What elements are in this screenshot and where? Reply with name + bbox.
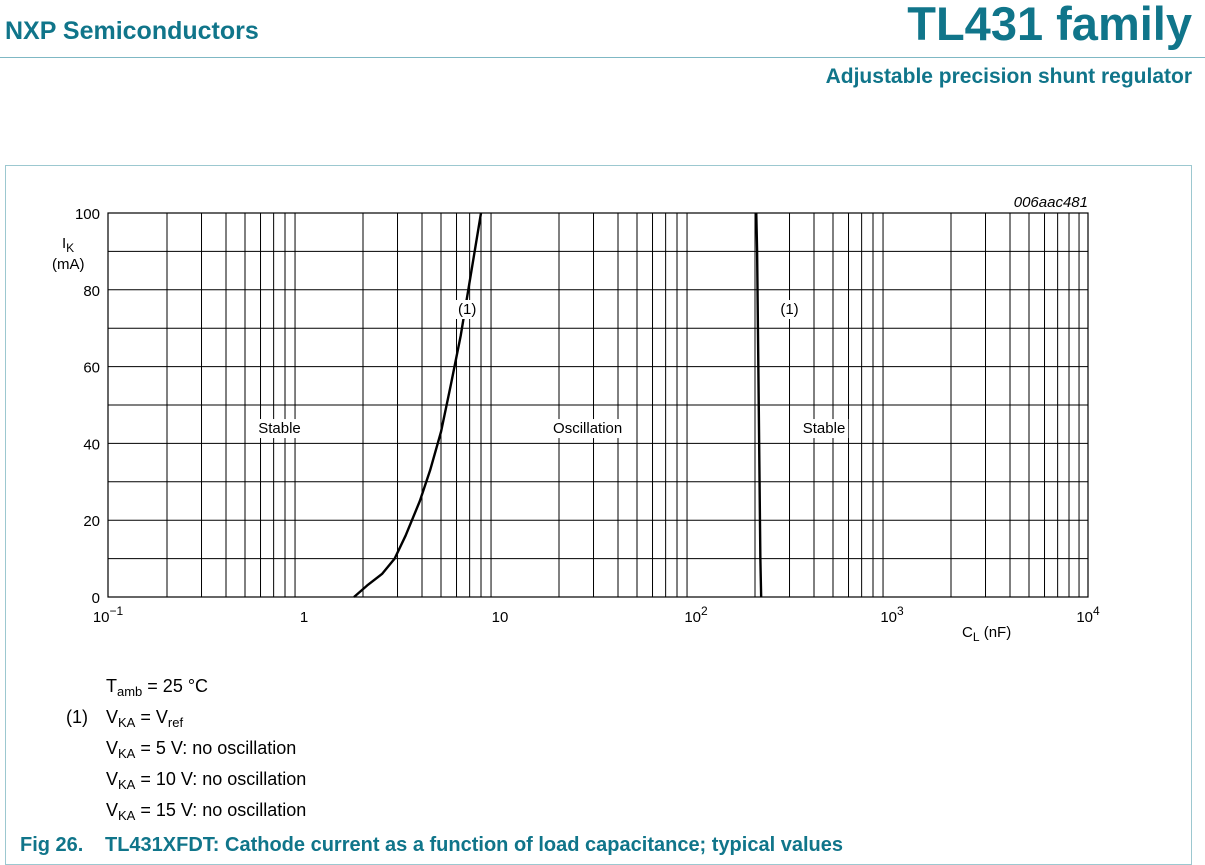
x-tick-label: 103	[880, 604, 904, 626]
note-line: VKA = 15 V: no oscillation	[106, 800, 307, 823]
x-axis-label: CL (nF)	[962, 624, 1011, 644]
series-label: (1)	[458, 301, 476, 318]
x-tick-label: 104	[1076, 604, 1100, 626]
series-label: (1)	[780, 301, 798, 318]
figure-code: 006aac481	[1014, 194, 1088, 211]
y-tick-label: 20	[83, 513, 100, 530]
y-tick-label: 80	[83, 283, 100, 300]
figure-number: Fig 26.	[20, 834, 84, 856]
x-tick-label: 1	[300, 609, 308, 626]
region-label: Stable	[803, 420, 846, 437]
cathode-current-chart: Stable Oscillation Stable(1) (1)02040608010…	[52, 194, 1100, 644]
x-tick-label: 10	[492, 609, 509, 626]
figure-caption: Fig 26. TL431XFDT: Cathode current as a f…	[20, 834, 843, 857]
figure-caption-text: TL431XFDT: Cathode current as a function…	[105, 834, 843, 856]
region-label: Oscillation	[553, 420, 622, 437]
y-tick-label: 60	[83, 360, 100, 377]
note-line: VKA = 5 V: no oscillation	[106, 738, 297, 761]
note-line: VKA = 10 V: no oscillation	[106, 769, 307, 792]
y-axis-unit: (mA)	[52, 256, 85, 273]
y-tick-label: 100	[75, 206, 100, 223]
y-tick-label: 40	[83, 436, 100, 453]
region-label: Stable	[258, 420, 301, 437]
y-axis-label: IK	[62, 235, 74, 255]
note-marker: (1)	[66, 707, 88, 727]
y-tick-label: 0	[92, 590, 100, 607]
note-line: VKA = Vref	[106, 707, 184, 730]
x-tick-label: 102	[684, 604, 708, 626]
x-tick-label: 10−1	[93, 604, 124, 626]
note-tamb: Tamb = 25 °C	[106, 676, 209, 699]
